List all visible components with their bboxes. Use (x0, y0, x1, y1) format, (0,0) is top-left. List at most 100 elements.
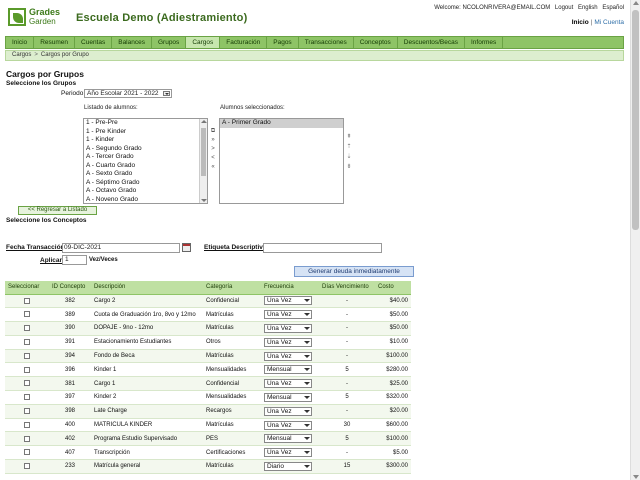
row-select-checkbox[interactable] (24, 421, 30, 428)
fecha-transaccion-input[interactable]: 09-DIC-2021 (62, 243, 180, 253)
frecuencia-select[interactable]: Una Vez (264, 296, 312, 306)
row-select-checkbox[interactable] (24, 394, 30, 401)
move-down-icon[interactable]: ⇣ (345, 154, 353, 161)
frecuencia-select[interactable]: Una Vez (264, 337, 312, 347)
frecuencia-select[interactable]: Una Vez (264, 323, 312, 333)
frecuencia-select[interactable]: Una Vez (264, 420, 312, 430)
frecuencia-value: Una Vez (267, 449, 292, 457)
frecuencia-select[interactable]: Una Vez (264, 310, 312, 320)
row-costo: $50.00 (375, 321, 411, 336)
move-bottom-icon[interactable]: ⇟ (345, 164, 353, 171)
col-costo: Costo (375, 281, 411, 295)
tab-pagos[interactable]: Pagos (267, 37, 299, 48)
frecuencia-select[interactable]: Mensual (264, 365, 312, 375)
scroll-up-icon[interactable] (201, 120, 207, 123)
list-item[interactable]: A - Octavo Grado (84, 187, 207, 196)
regresar-listado-button[interactable]: << Regresar a Listado (18, 206, 97, 215)
tab-facturacion[interactable]: Facturación (220, 37, 268, 48)
row-select-cell (5, 362, 49, 378)
row-select-checkbox[interactable] (24, 311, 30, 318)
row-select-checkbox[interactable] (24, 449, 30, 456)
frecuencia-select[interactable]: Una Vez (264, 406, 312, 416)
tab-resumen[interactable]: Resumen (34, 37, 76, 48)
list-item[interactable]: A - Tercer Grado (84, 153, 207, 162)
list-item[interactable]: A - Noveno Grado (84, 196, 207, 204)
row-descripcion: Kinder 1 (91, 362, 203, 378)
move-top-icon[interactable]: ⇞ (345, 134, 353, 141)
list-item[interactable]: A - Cuarto Grado (84, 162, 207, 171)
tab-cargos[interactable]: Cargos (186, 37, 221, 48)
chevron-down-icon (163, 91, 170, 96)
aplicar-input[interactable]: 1 (62, 255, 87, 265)
list-item[interactable]: A - Primer Grado (220, 119, 343, 128)
row-select-checkbox[interactable] (24, 435, 30, 442)
scroll-thumb[interactable] (201, 128, 206, 176)
seleccione-grupos-heading: Seleccione los Grupos (6, 80, 77, 87)
frecuencia-value: Una Vez (267, 324, 292, 332)
tab-informes[interactable]: Informes (465, 37, 504, 48)
move-right-icon[interactable]: > (209, 146, 217, 153)
periodo-select[interactable]: Año Escolar 2021 - 2022 (84, 89, 172, 98)
row-select-checkbox[interactable] (24, 380, 30, 387)
generar-deuda-button[interactable]: Generar deuda inmediatamente (294, 266, 414, 277)
row-select-checkbox[interactable] (24, 366, 30, 373)
frecuencia-select[interactable]: Mensual (264, 434, 312, 444)
seleccione-conceptos-heading: Seleccione los Conceptos (6, 217, 87, 224)
alumnos-seleccionados-listbox[interactable]: A - Primer Grado (219, 118, 344, 204)
list-item[interactable]: A - Séptimo Grado (84, 179, 207, 188)
tab-balances[interactable]: Balances (112, 37, 152, 48)
tab-inicio[interactable]: Inicio (6, 37, 35, 48)
move-left-icon[interactable]: < (209, 155, 217, 162)
scroll-thumb[interactable] (632, 10, 639, 230)
grades-garden-logo[interactable]: Grades Garden (8, 8, 68, 28)
english-link[interactable]: English (578, 5, 598, 11)
list-item[interactable]: 1 - Kinder (84, 136, 207, 145)
frecuencia-value: Una Vez (267, 380, 292, 388)
page-scrollbar[interactable] (630, 0, 640, 480)
calendar-icon[interactable] (182, 243, 191, 252)
inicio-link[interactable]: Inicio (572, 19, 589, 26)
listado-alumnos-listbox[interactable]: 1 - Pre-Pre 1 - Pre Kinder 1 - Kinder A … (83, 118, 208, 204)
frecuencia-select[interactable]: Mensual (264, 392, 312, 402)
mi-cuenta-link[interactable]: Mi Cuenta (594, 19, 624, 26)
copy-icon[interactable]: ⧉ (209, 128, 217, 135)
frecuencia-select[interactable]: Diario (264, 461, 312, 471)
scroll-down-icon[interactable] (633, 475, 639, 479)
breadcrumb-cargos[interactable]: Cargos (12, 52, 31, 58)
frecuencia-select[interactable]: Una Vez (264, 379, 312, 389)
row-dias: 5 (319, 362, 375, 378)
tab-conceptos[interactable]: Conceptos (354, 37, 398, 48)
frecuencia-select[interactable]: Una Vez (264, 351, 312, 361)
row-descripcion: Matrícula general (91, 459, 203, 474)
school-name: Escuela Demo (Adiestramiento) (76, 12, 248, 24)
frecuencia-select[interactable]: Una Vez (264, 448, 312, 458)
row-select-checkbox[interactable] (24, 339, 30, 345)
listbox-scrollbar[interactable] (199, 119, 207, 203)
list-item[interactable]: A - Segundo Grado (84, 145, 207, 154)
row-id: 396 (49, 362, 91, 378)
list-item[interactable]: 1 - Pre-Pre (84, 119, 207, 128)
row-categoria: Mensualidades (203, 390, 261, 405)
row-select-checkbox[interactable] (24, 352, 30, 359)
tab-grupos[interactable]: Grupos (152, 37, 187, 48)
table-row: 400 MATRICULA KINDER Matrículas Una Vez 30 $6… (5, 418, 411, 433)
move-up-icon[interactable]: ⇡ (345, 144, 353, 151)
move-all-left-icon[interactable]: « (209, 164, 217, 171)
row-select-checkbox[interactable] (24, 463, 30, 470)
espanol-link[interactable]: Español (602, 5, 624, 11)
row-select-checkbox[interactable] (24, 325, 30, 332)
row-select-checkbox[interactable] (24, 407, 30, 414)
tab-descuentos-becas[interactable]: Descuentos/Becas (398, 37, 465, 48)
list-item[interactable]: A - Sexto Grado (84, 170, 207, 179)
scroll-up-icon[interactable] (633, 1, 639, 5)
etiqueta-descriptiva-input[interactable] (263, 243, 382, 253)
list-item[interactable]: 1 - Pre Kinder (84, 128, 207, 137)
row-dias: - (319, 321, 375, 336)
row-select-checkbox[interactable] (24, 297, 30, 304)
row-costo: $280.00 (375, 362, 411, 378)
move-all-right-icon[interactable]: » (209, 137, 217, 144)
scroll-down-icon[interactable] (201, 199, 207, 202)
logout-link[interactable]: Logout (555, 5, 573, 11)
tab-cuentas[interactable]: Cuentas (75, 37, 113, 48)
tab-transacciones[interactable]: Transacciones (299, 37, 354, 48)
